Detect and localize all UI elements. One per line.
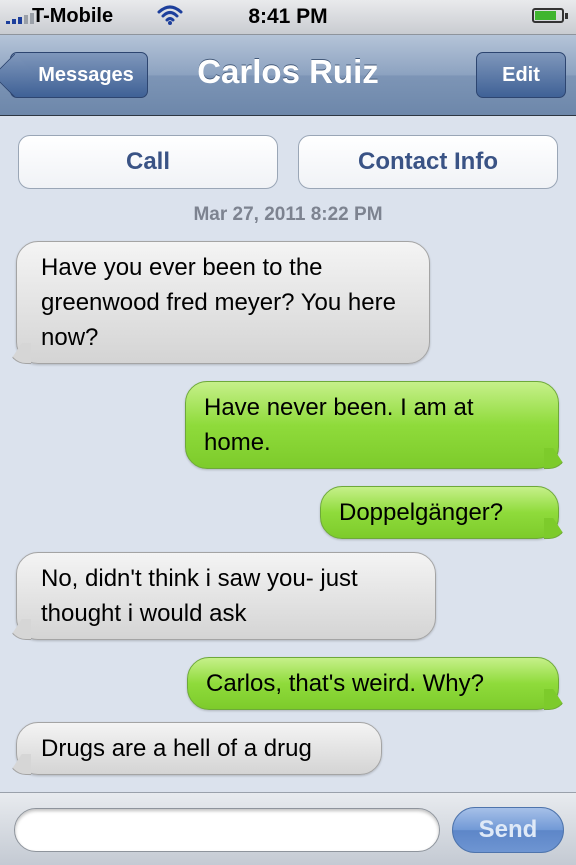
message-bubble-received: Drugs are a hell of a drug [16,722,382,775]
battery-fill [535,11,556,20]
navigation-bar: Messages Carlos Ruiz Edit [0,35,576,116]
call-button[interactable]: Call [18,135,278,189]
contact-info-button[interactable]: Contact Info [298,135,558,189]
battery-icon [532,8,568,23]
message-bubble-sent: Doppelgänger? [320,486,559,539]
message-bubble-received: Have you ever been to the greenwood fred… [16,241,430,364]
message-bubble-received: No, didn't think i saw you- just thought… [16,552,436,640]
send-button[interactable]: Send [452,807,564,853]
status-bar: T-Mobile 8:41 PM [0,0,576,35]
status-time: 8:41 PM [248,5,328,28]
back-button-label: Messages [38,64,134,86]
message-bubble-sent: Have never been. I am at home. [185,381,559,469]
edit-button[interactable]: Edit [476,52,566,98]
message-bubble-sent: Carlos, that's weird. Why? [187,657,559,710]
message-composer: Send [0,792,576,865]
battery-nub [565,13,568,19]
conversation-timestamp: Mar 27, 2011 8:22 PM [193,204,383,225]
message-input[interactable] [14,808,440,852]
